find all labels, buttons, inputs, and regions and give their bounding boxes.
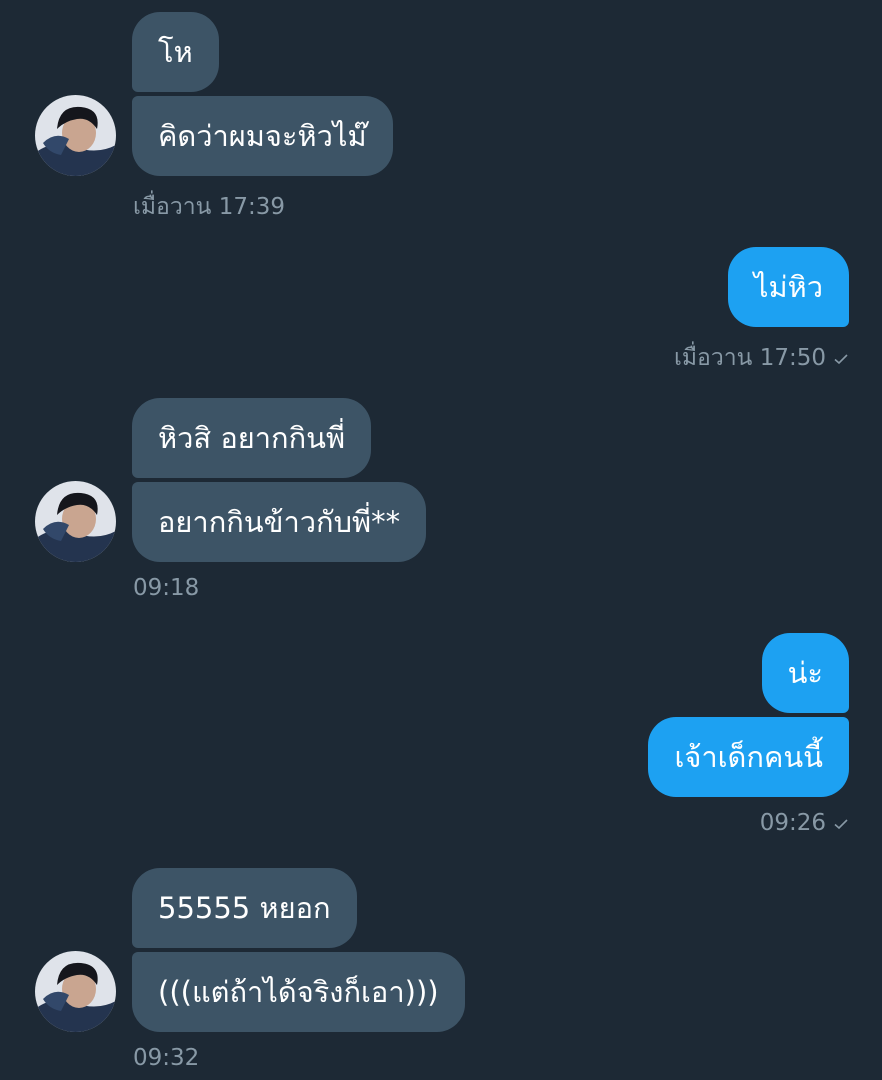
check-icon <box>834 353 848 364</box>
incoming-message[interactable]: 55555 หยอก <box>132 868 357 948</box>
check-icon <box>834 818 848 829</box>
avatar[interactable] <box>35 951 116 1032</box>
user-avatar-icon <box>35 951 116 1032</box>
message-timestamp: 09:26 <box>760 810 848 836</box>
incoming-message[interactable]: คิดว่าผมจะหิวไม๊ <box>132 96 393 176</box>
message-timestamp: 09:32 <box>133 1045 200 1071</box>
user-avatar-icon <box>35 481 116 562</box>
outgoing-message[interactable]: เจ้าเด็กคนนี้ <box>648 717 849 797</box>
outgoing-message[interactable]: ไม่หิว <box>727 247 849 327</box>
outgoing-message[interactable]: น่ะ <box>761 633 849 713</box>
message-timestamp: เมื่อวาน 17:50 <box>674 340 848 376</box>
incoming-message[interactable]: หิวสิ อยากกินพี่ <box>132 398 372 478</box>
user-avatar-icon <box>35 95 116 176</box>
incoming-message[interactable]: โห <box>132 12 219 92</box>
conversation-thread: โห คิดว่าผมจะหิวไม๊ เมื่อวาน 17:39 ไม่หิ… <box>0 0 882 1080</box>
timestamp-text: 09:26 <box>759 810 826 836</box>
incoming-message[interactable]: อยากกินข้าวกับพี่** <box>132 482 427 562</box>
message-timestamp: เมื่อวาน 17:39 <box>133 194 285 220</box>
timestamp-text: เมื่อวาน 17:50 <box>674 345 826 371</box>
incoming-message[interactable]: (((แต่ถ้าได้จริงก็เอา))) <box>132 952 465 1032</box>
message-timestamp: 09:18 <box>133 575 200 601</box>
avatar[interactable] <box>35 95 116 176</box>
avatar[interactable] <box>35 481 116 562</box>
